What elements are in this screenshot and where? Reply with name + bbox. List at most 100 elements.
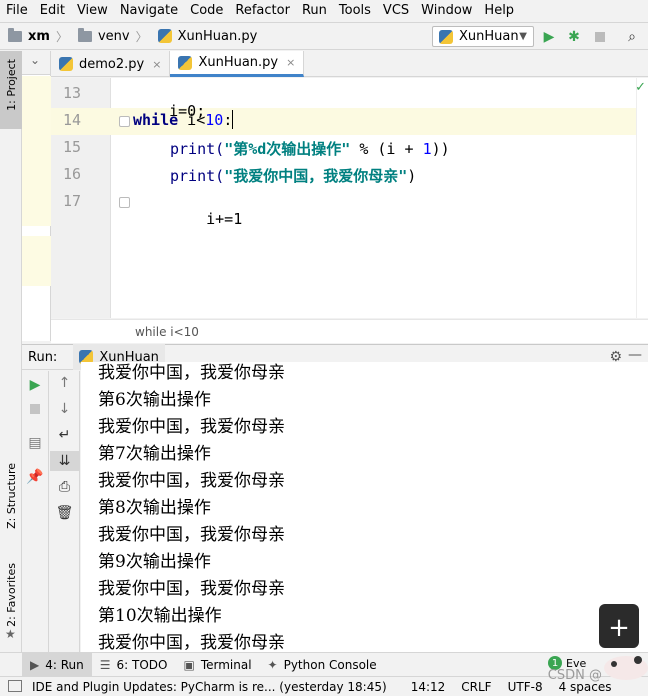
breadcrumb-project[interactable]: xm 〉 xyxy=(0,23,70,49)
line-number: 14 xyxy=(62,111,81,129)
fold-marker-icon[interactable] xyxy=(119,116,130,127)
tab-run[interactable]: ▶ 4: Run xyxy=(22,652,92,677)
check-icon: ✓ xyxy=(635,80,646,95)
python-file-icon xyxy=(178,55,193,70)
tab-python-console[interactable]: ✦ Python Console xyxy=(260,653,385,677)
chevron-right-icon: 〉 xyxy=(135,29,148,44)
close-icon[interactable]: × xyxy=(152,58,161,71)
mascot-icon[interactable]: + xyxy=(596,600,648,680)
console-output[interactable]: 我爱你中国，我爱你母亲 第6次输出操作 我爱你中国，我爱你母亲 第7次输出操作 … xyxy=(81,362,648,652)
code-line-16: print("我爱你中国，我爱你母亲") xyxy=(170,167,417,185)
search-icon[interactable]: ⌕ xyxy=(623,28,641,46)
chevron-down-icon: ▼ xyxy=(519,31,527,42)
line-number: 15 xyxy=(62,138,81,156)
editor-scrollbar[interactable]: ✓ xyxy=(635,78,648,318)
close-icon[interactable]: × xyxy=(286,56,295,69)
tab-demo2[interactable]: demo2.py × xyxy=(51,51,171,77)
minimize-icon[interactable]: — xyxy=(628,347,642,363)
rerun-icon[interactable]: ▶ xyxy=(22,375,48,395)
chevron-right-icon: 〉 xyxy=(55,29,68,44)
caret-position[interactable]: 14:12 xyxy=(411,680,446,694)
navigation-bar: xm 〉 venv 〉 XunHuan.py XunHuan ▼ ▶ ✱ ⌕ xyxy=(0,22,648,50)
arrow-down-icon[interactable]: ↓ xyxy=(50,399,79,419)
project-panel: ⌄ xyxy=(22,51,51,341)
python-console-icon: ✦ xyxy=(267,657,278,672)
menu-refactor[interactable]: Refactor xyxy=(229,0,296,22)
menu-view[interactable]: View xyxy=(71,0,114,22)
svg-text:+: + xyxy=(608,613,630,643)
line-number: 16 xyxy=(62,165,81,183)
project-tree-highlight xyxy=(22,236,51,286)
left-tool-strip: 1: Project Z: Structure 2: Favorites ★ xyxy=(0,51,22,652)
layout-icon[interactable]: ▤ xyxy=(22,433,48,453)
structure-tool-tab[interactable]: Z: Structure xyxy=(5,463,18,529)
console-line: 我爱你中国，我爱你母亲 xyxy=(98,525,285,545)
breadcrumb-folder[interactable]: venv 〉 xyxy=(70,23,150,49)
console-line: 第6次输出操作 xyxy=(98,390,211,410)
project-panel-header: ⌄ xyxy=(22,51,50,75)
file-encoding[interactable]: UTF-8 xyxy=(508,680,543,694)
menu-run[interactable]: Run xyxy=(296,0,333,22)
menu-edit[interactable]: Edit xyxy=(34,0,71,22)
python-file-icon xyxy=(59,57,73,71)
menu-bar: File Edit View Navigate Code Refactor Ru… xyxy=(0,0,648,22)
line-number: 13 xyxy=(62,84,81,102)
menu-help[interactable]: Help xyxy=(478,0,520,22)
menu-tools[interactable]: Tools xyxy=(333,0,377,22)
folder-icon xyxy=(77,27,92,42)
fold-marker-icon[interactable] xyxy=(119,197,130,208)
tab-todo[interactable]: ☰ 6: TODO xyxy=(92,653,176,677)
console-line: 第10次输出操作 xyxy=(98,606,222,626)
python-file-icon xyxy=(439,29,453,44)
console-line: 我爱你中国，我爱你母亲 xyxy=(98,471,285,491)
project-tree-highlight xyxy=(22,76,51,226)
editor-tabs: demo2.py × XunHuan.py × xyxy=(51,51,648,77)
run-panel-label: Run: xyxy=(28,349,58,365)
run-icon[interactable]: ▶ xyxy=(540,28,558,46)
console-line: 我爱你中国，我爱你母亲 xyxy=(98,363,285,383)
text-caret xyxy=(232,110,234,129)
run-icon: ▶ xyxy=(30,657,40,672)
stop-icon[interactable] xyxy=(22,399,48,419)
tab-terminal[interactable]: ▣ Terminal xyxy=(175,653,259,677)
code-line-17: i+=1 xyxy=(206,210,243,228)
python-file-icon xyxy=(157,29,172,43)
console-line: 我爱你中国，我爱你母亲 xyxy=(98,633,285,652)
menu-navigate[interactable]: Navigate xyxy=(114,0,184,22)
favorites-tool-tab[interactable]: 2: Favorites xyxy=(5,563,18,627)
trash-icon[interactable]: 🗑 xyxy=(50,503,79,523)
code-line-14: while i<10: xyxy=(133,110,234,129)
print-icon[interactable]: ⎙ xyxy=(50,477,79,497)
menu-vcs[interactable]: VCS xyxy=(377,0,415,22)
console-line: 我爱你中国，我爱你母亲 xyxy=(98,417,285,437)
console-toolbar: ↑ ↓ ↵ ⇊ ⎙ 🗑 xyxy=(50,371,80,652)
project-tool-tab[interactable]: 1: Project xyxy=(0,51,22,129)
code-editor[interactable]: 13 14 15 16 17 i=0; while i<10: print("第… xyxy=(51,78,648,318)
menu-code[interactable]: Code xyxy=(184,0,229,22)
soft-wrap-icon[interactable]: ↵ xyxy=(50,425,79,445)
console-line: 第9次输出操作 xyxy=(98,552,211,572)
folder-icon xyxy=(8,27,22,42)
chevron-down-icon[interactable]: ⌄ xyxy=(30,53,40,67)
status-message[interactable]: IDE and Plugin Updates: PyCharm is re...… xyxy=(32,680,387,694)
code-line-15: print("第%d次输出操作" % (i + 1)) xyxy=(170,140,450,158)
scroll-to-end-icon[interactable]: ⇊ xyxy=(50,451,79,471)
tool-window-toggle-icon[interactable] xyxy=(8,680,22,692)
menu-file[interactable]: File xyxy=(0,0,34,22)
run-configuration-select[interactable]: XunHuan ▼ xyxy=(432,26,534,47)
line-number: 17 xyxy=(62,192,81,210)
terminal-icon: ▣ xyxy=(183,657,195,672)
breadcrumb-file[interactable]: XunHuan.py xyxy=(150,23,260,49)
debug-icon[interactable]: ✱ xyxy=(565,28,583,46)
code-breadcrumb[interactable]: while i<10 xyxy=(51,319,648,343)
stop-icon[interactable] xyxy=(591,28,609,46)
pin-icon[interactable]: 📌 xyxy=(22,467,48,487)
run-toolbar: ▶ ▤ 📌 xyxy=(22,371,49,652)
menu-window[interactable]: Window xyxy=(415,0,478,22)
arrow-up-icon[interactable]: ↑ xyxy=(50,373,79,393)
watermark: CSDN @ xyxy=(547,668,602,683)
console-line: 我爱你中国，我爱你母亲 xyxy=(98,579,285,599)
tab-xunhuan[interactable]: XunHuan.py × xyxy=(170,51,305,77)
console-line: 第7次输出操作 xyxy=(98,444,211,464)
line-separator[interactable]: CRLF xyxy=(461,680,491,694)
